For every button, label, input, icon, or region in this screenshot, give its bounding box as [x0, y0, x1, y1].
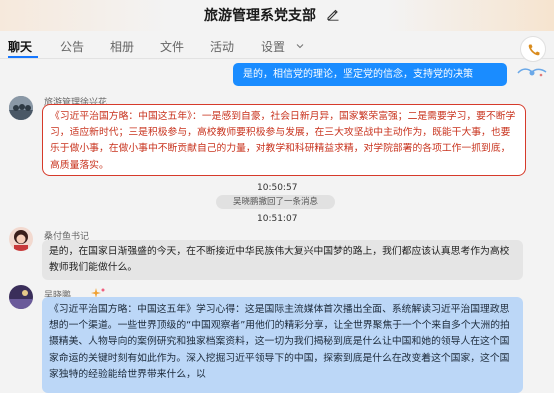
timestamp: 10:50:57: [257, 183, 298, 193]
tab-files[interactable]: 文件: [160, 38, 184, 55]
avatar[interactable]: [9, 227, 33, 251]
chat-header: 旅游管理系党支部: [0, 0, 554, 31]
recall-notice: 吴晓鹏撤回了一条消息: [216, 195, 335, 209]
avatar-group-photo-icon: [9, 96, 33, 120]
highlighted-message-bubble[interactable]: 《习近平治国方略：中国这五年》：一是感到自豪，社会日新月异，国家繁荣富强；二是需…: [42, 104, 526, 176]
tab-chat[interactable]: 聊天: [8, 38, 32, 55]
message-text: 是的，相信党的理论，坚定党的信念，支持党的决策: [243, 69, 473, 80]
bird-decoration-icon: [517, 68, 547, 77]
timestamp: 10:51:07: [257, 214, 298, 224]
recall-notice-text: 吴晓鹏撤回了一条消息: [232, 197, 318, 207]
active-tab-indicator: [8, 56, 38, 58]
message-text: 《习近平治国方略：中国这五年》：一是感到自豪，社会日新月异，国家繁荣富强；二是需…: [50, 111, 516, 171]
avatar-portrait-icon: [9, 227, 33, 251]
tab-activities[interactable]: 活动: [210, 38, 234, 55]
tab-settings[interactable]: 设置: [261, 38, 285, 55]
outgoing-message-bubble[interactable]: 是的，相信党的理论，坚定党的信念，支持党的决策: [233, 63, 507, 86]
avatar-landscape-icon: [9, 285, 33, 309]
tab-announcements[interactable]: 公告: [60, 38, 84, 55]
avatar[interactable]: [9, 285, 33, 309]
pencil-icon[interactable]: [326, 7, 340, 21]
call-button[interactable]: [520, 36, 546, 62]
tab-bar: 聊天 公告 相册 文件 活动 设置: [0, 31, 554, 59]
chevron-down-icon[interactable]: [296, 42, 304, 50]
tab-album[interactable]: 相册: [110, 38, 134, 55]
message-text: 是的，在国家日渐强盛的今天，在不断接近中华民族伟大复兴中国梦的路上，我们都应该认…: [49, 246, 510, 273]
phone-icon: [528, 44, 540, 56]
avatar[interactable]: [9, 96, 33, 120]
message-bubble[interactable]: 是的，在国家日渐强盛的今天，在不断接近中华民族伟大复兴中国梦的路上，我们都应该认…: [42, 240, 523, 280]
group-title: 旅游管理系党支部: [204, 8, 316, 24]
self-message-bubble[interactable]: 《习近平治国方略：中国这五年》学习心得：这是国际主流媒体首次播出全面、系统解读习…: [42, 297, 523, 393]
message-text: 《习近平治国方略：中国这五年》学习心得：这是国际主流媒体首次播出全面、系统解读习…: [49, 304, 510, 380]
